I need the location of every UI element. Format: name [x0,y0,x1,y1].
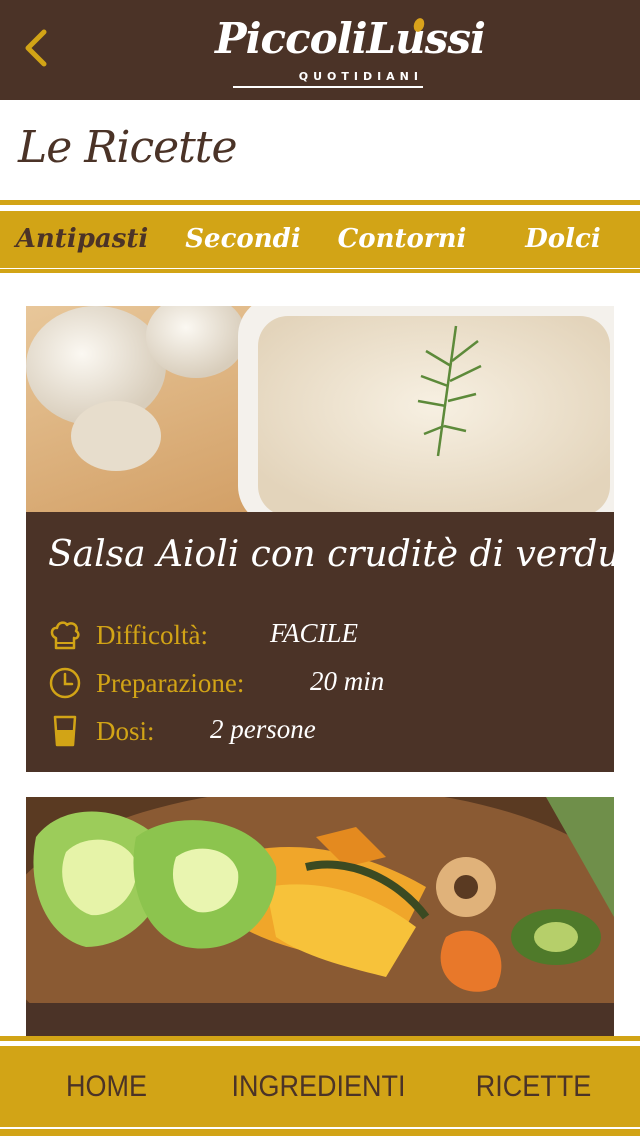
tab-antipasti[interactable]: Antipasti [2,211,162,268]
recipe-title[interactable]: Salsa Aioli con cruditè di verdure [48,534,640,575]
logo-underline [233,86,423,88]
nav-ingredienti[interactable]: INGREDIENTI [223,1046,415,1127]
tab-contorni[interactable]: Contorni [322,211,482,268]
page-title: Le Ricette [18,122,238,173]
bottom-nav-divider-top [0,1036,640,1041]
nav-ricette[interactable]: RICETTE [438,1046,630,1127]
bottom-nav-divider-bottom [0,1129,640,1136]
app-logo[interactable]: PiccoliLussi QUOTIDIANI [215,10,486,90]
tabs-bar: Antipasti Secondi Contorni Dolci [0,211,640,268]
logo-subtitle: QUOTIDIANI [298,70,423,83]
clock-icon [49,667,81,699]
category-tabs: Antipasti Secondi Contorni Dolci [0,200,640,274]
recipe-details: Salsa Aioli con cruditè di verdure Diffi… [26,512,640,772]
tabs-divider-top [0,200,640,205]
difficulty-row: Difficoltà: FACILE [48,616,608,656]
bottom-nav-bar: HOME INGREDIENTI RICETTE [0,1046,640,1127]
nav-home[interactable]: HOME [11,1046,203,1127]
bottom-navigation: HOME INGREDIENTI RICETTE [0,1036,640,1136]
chef-hat-icon [50,621,80,650]
logo-brand: PiccoliLussi [215,14,486,63]
recipe-card[interactable]: Salsa Aioli con cruditè di verdure Diffi… [26,306,640,772]
back-button[interactable] [20,28,60,68]
chevron-left-icon [25,29,47,67]
prep-time-label: Preparazione: [96,668,245,698]
doses-value: 2 persone [210,714,316,744]
prep-time-row: Preparazione: 20 min [48,664,608,704]
recipe-image-aioli[interactable] [26,306,614,512]
glass-icon [53,715,77,747]
top-bar: PiccoliLussi QUOTIDIANI [0,0,640,100]
prep-time-value: 20 min [310,666,385,696]
doses-row: Dosi: 2 persone [48,712,608,752]
tab-dolci[interactable]: Dolci [483,211,640,268]
doses-label: Dosi: [96,716,155,746]
tab-secondi[interactable]: Secondi [163,211,323,268]
difficulty-value: FACILE [270,618,359,648]
difficulty-label: Difficoltà: [96,620,208,650]
recipe-image-vegetable-chips[interactable] [26,797,614,1003]
recipe-card[interactable] [26,797,614,1057]
tabs-divider-bottom [0,269,640,273]
